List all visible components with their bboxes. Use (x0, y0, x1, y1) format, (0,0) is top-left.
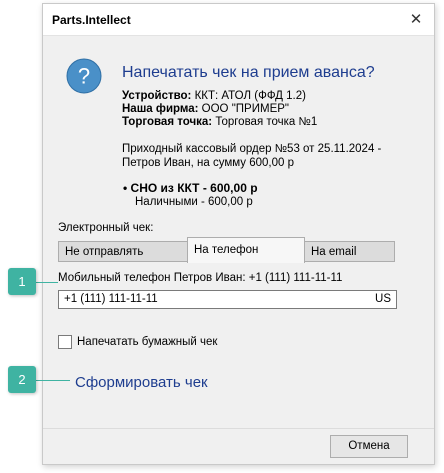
firm-row: Наша фирма: ООО "ПРИМЕР" (122, 103, 289, 115)
phone-input[interactable]: +1 (111) 111-11-11 US (58, 290, 397, 309)
tab-phone[interactable]: На телефон (187, 237, 305, 263)
create-check-link[interactable]: Сформировать чек (75, 374, 208, 391)
callout-badge-2: 2 (8, 366, 36, 393)
tab-email[interactable]: На email (304, 241, 395, 262)
point-row: Торговая точка: Торговая точка №1 (122, 116, 317, 128)
electronic-check-tabs: Не отправлять На email На телефон (58, 237, 395, 263)
point-value: Торговая точка №1 (215, 116, 318, 128)
firm-label: Наша фирма: (122, 103, 199, 115)
phone-input-value[interactable]: +1 (111) 111-11-11 (64, 293, 158, 305)
paper-check-label[interactable]: Напечатать бумажный чек (77, 336, 217, 348)
sno-text: СНО из ККТ - 600,00 р (130, 181, 258, 195)
device-value: ККТ: АТОЛ (ФФД 1.2) (194, 90, 306, 102)
window-title: Parts.Intellect (52, 13, 131, 27)
sno-line: • СНО из ККТ - 600,00 р (123, 181, 258, 195)
title-bar: Parts.Intellect ✕ (43, 4, 434, 36)
close-icon[interactable]: ✕ (406, 10, 426, 30)
dialog-heading: Напечатать чек на прием аванса? (122, 64, 375, 81)
cancel-button[interactable]: Отмена (330, 435, 408, 458)
callout-1-connector (36, 282, 58, 283)
point-label: Торговая точка: (122, 116, 213, 128)
callout-badge-1: 1 (8, 268, 36, 295)
callout-2-connector (36, 380, 70, 381)
device-label: Устройство: (122, 90, 192, 102)
sno-payment-line: Наличными - 600,00 р (135, 196, 253, 208)
paper-check-checkbox[interactable] (58, 335, 72, 349)
question-icon-glyph: ? (78, 64, 90, 89)
electronic-check-label: Электронный чек: (58, 222, 154, 234)
dialog-footer: Отмена (43, 428, 434, 464)
receipt-description: Приходный кассовый ордер №53 от 25.11.20… (122, 143, 382, 169)
phone-label: Мобильный телефон Петров Иван: +1 (111) … (58, 272, 343, 284)
firm-value: ООО "ПРИМЕР" (201, 103, 289, 115)
tab-do-not-send[interactable]: Не отправлять (58, 241, 188, 262)
sno-bullet: • (123, 181, 128, 195)
device-row: Устройство: ККТ: АТОЛ (ФФД 1.2) (122, 90, 306, 102)
print-advance-dialog: Parts.Intellect ✕ ? Напечатать чек на пр… (42, 3, 435, 465)
country-code[interactable]: US (375, 293, 391, 305)
question-icon: ? (66, 58, 102, 94)
